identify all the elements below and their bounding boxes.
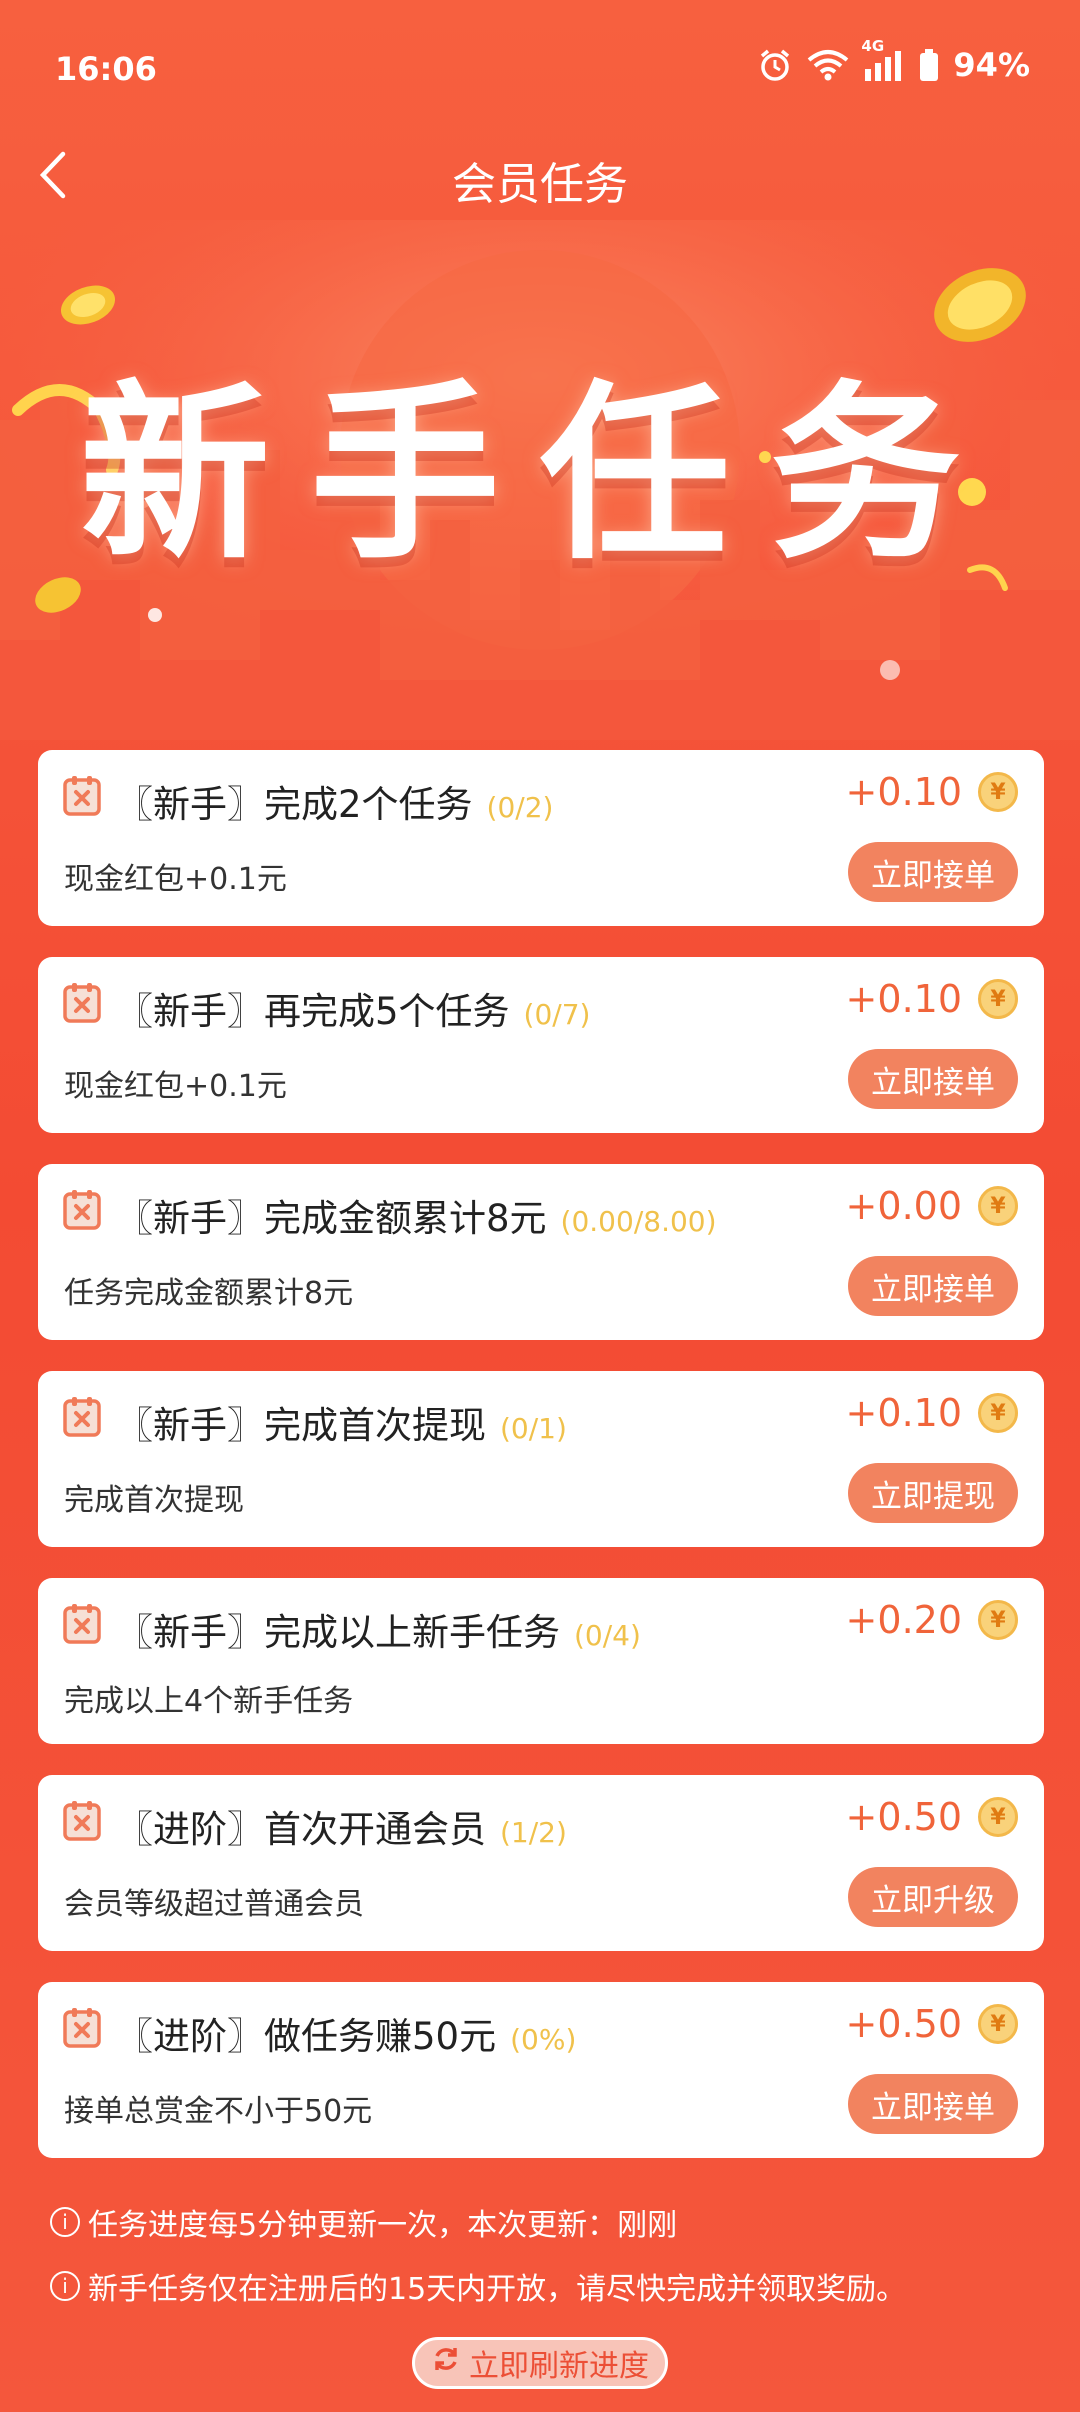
nav-bar: 会员任务 <box>0 130 1080 220</box>
task-progress: (0/4) <box>574 1619 641 1652</box>
task-card: 〖新手〗完成首次提现 (0/1) +0.10 ¥ 完成首次提现 立即提现 <box>38 1371 1044 1547</box>
task-card: 〖新手〗再完成5个任务 (0/7) +0.10 ¥ 现金红包+0.1元 立即接单 <box>38 957 1044 1133</box>
task-title: 〖新手〗完成以上新手任务 (0/4) <box>116 1611 641 1654</box>
task-reward: +0.10 ¥ <box>846 977 1018 1021</box>
reward-value: +0.50 <box>845 2002 962 2046</box>
task-title: 〖进阶〗首次开通会员 (1/2) <box>116 1808 567 1851</box>
take-order-button[interactable]: 立即接单 <box>848 1256 1018 1316</box>
task-progress: (0/2) <box>486 791 554 824</box>
task-card: 〖新手〗完成以上新手任务 (0/4) +0.20 ¥ 完成以上4个新手任务 <box>38 1578 1044 1744</box>
status-time: 16:06 <box>55 50 157 88</box>
reward-value: +0.10 <box>845 977 962 1021</box>
note-item: i 新手任务仅在注册后的15天内开放，请尽快完成并领取奖励。 <box>50 2264 906 2308</box>
note-item: i 任务进度每5分钟更新一次，本次更新：刚刚 <box>50 2200 906 2244</box>
wifi-icon <box>807 49 849 81</box>
task-description: 任务完成金额累计8元 <box>64 1276 354 1311</box>
reward-value: +0.20 <box>845 1598 962 1642</box>
clipboard-icon <box>62 774 102 816</box>
notes: i 任务进度每5分钟更新一次，本次更新：刚刚 i 新手任务仅在注册后的15天内开… <box>50 2200 906 2328</box>
task-description: 会员等级超过普通会员 <box>64 1887 364 1922</box>
coin-icon: ¥ <box>978 2004 1018 2044</box>
clipboard-icon <box>62 1602 102 1644</box>
clipboard-icon <box>62 981 102 1023</box>
task-title: 〖新手〗再完成5个任务 (0/7) <box>116 990 591 1033</box>
task-progress: (0/7) <box>523 998 591 1031</box>
task-reward: +0.50 ¥ <box>846 2002 1018 2046</box>
task-title: 〖新手〗完成首次提现 (0/1) <box>116 1404 567 1447</box>
info-icon: i <box>50 2207 80 2237</box>
coin-icon: ¥ <box>978 1600 1018 1640</box>
status-bar: 16:06 4G 94% <box>0 0 1080 130</box>
battery-level: 94% <box>953 46 1030 84</box>
task-title: 〖新手〗完成金额累计8元 (0.00/8.00) <box>116 1197 717 1240</box>
task-progress: (0%) <box>510 2023 577 2056</box>
note-text: 新手任务仅在注册后的15天内开放，请尽快完成并领取奖励。 <box>88 2272 907 2307</box>
task-description: 接单总赏金不小于50元 <box>64 2094 373 2129</box>
task-reward: +0.50 ¥ <box>846 1795 1018 1839</box>
task-card: 〖进阶〗做任务赚50元 (0%) +0.50 ¥ 接单总赏金不小于50元 立即接单 <box>38 1982 1044 2158</box>
task-reward: +0.10 ¥ <box>846 770 1018 814</box>
task-description: 现金红包+0.1元 <box>64 1069 287 1104</box>
clipboard-icon <box>62 1395 102 1437</box>
task-description: 完成首次提现 <box>64 1483 244 1518</box>
task-description: 现金红包+0.1元 <box>64 862 287 897</box>
banner-title: 新手任务 <box>79 364 1000 585</box>
task-description: 完成以上4个新手任务 <box>64 1684 354 1719</box>
clipboard-icon <box>62 2006 102 2048</box>
refresh-label: 立即刷新进度 <box>469 2350 649 2383</box>
info-icon: i <box>50 2271 80 2301</box>
battery-icon <box>919 49 939 81</box>
task-title: 〖进阶〗做任务赚50元 (0%) <box>116 2015 577 2058</box>
withdraw-button[interactable]: 立即提现 <box>848 1463 1018 1523</box>
task-reward: +0.00 ¥ <box>846 1184 1018 1228</box>
task-title: 〖新手〗完成2个任务 (0/2) <box>116 783 554 826</box>
reward-value: +0.00 <box>845 1184 962 1228</box>
network-label: 4G <box>861 37 885 55</box>
coin-icon: ¥ <box>978 772 1018 812</box>
task-reward: +0.20 ¥ <box>846 1598 1018 1642</box>
coin-icon: ¥ <box>978 979 1018 1019</box>
task-card: 〖新手〗完成金额累计8元 (0.00/8.00) +0.00 ¥ 任务完成金额累计… <box>38 1164 1044 1340</box>
reward-value: +0.10 <box>845 1391 962 1435</box>
task-list: 〖新手〗完成2个任务 (0/2) +0.10 ¥ 现金红包+0.1元 立即接单 〖… <box>38 750 1044 2189</box>
task-card: 〖进阶〗首次开通会员 (1/2) +0.50 ¥ 会员等级超过普通会员 立即升级 <box>38 1775 1044 1951</box>
coin-icon: ¥ <box>978 1393 1018 1433</box>
task-card: 〖新手〗完成2个任务 (0/2) +0.10 ¥ 现金红包+0.1元 立即接单 <box>38 750 1044 926</box>
coin-icon: ¥ <box>978 1186 1018 1226</box>
banner: 新手任务 <box>0 220 1080 740</box>
clipboard-icon <box>62 1799 102 1841</box>
take-order-button[interactable]: 立即接单 <box>848 1049 1018 1109</box>
task-progress: (0.00/8.00) <box>560 1205 717 1238</box>
reward-value: +0.50 <box>845 1795 962 1839</box>
signal-icon: 4G <box>861 37 905 81</box>
task-reward: +0.10 ¥ <box>846 1391 1018 1435</box>
upgrade-button[interactable]: 立即升级 <box>848 1867 1018 1927</box>
refresh-progress-button[interactable]: 立即刷新进度 <box>412 2337 668 2389</box>
coin-icon: ¥ <box>978 1797 1018 1837</box>
task-progress: (1/2) <box>500 1816 567 1849</box>
take-order-button[interactable]: 立即接单 <box>848 2074 1018 2134</box>
page-title: 会员任务 <box>452 159 628 210</box>
refresh-icon <box>431 2344 461 2382</box>
task-progress: (0/1) <box>500 1412 567 1445</box>
clipboard-icon <box>62 1188 102 1230</box>
status-icons: 4G 94% <box>757 37 1030 84</box>
alarm-icon <box>757 47 793 83</box>
note-text: 任务进度每5分钟更新一次，本次更新：刚刚 <box>88 2208 678 2243</box>
reward-value: +0.10 <box>845 770 962 814</box>
take-order-button[interactable]: 立即接单 <box>848 842 1018 902</box>
